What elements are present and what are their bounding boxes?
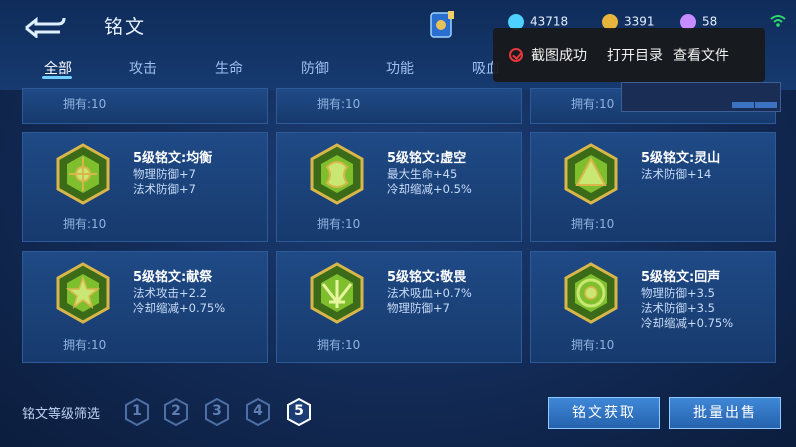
active-tab-indicator	[42, 76, 72, 79]
screenshot-thumbnail[interactable]	[621, 82, 781, 112]
rune-lingshan-icon	[564, 143, 618, 205]
batch-sell-button[interactable]: 批量出售	[669, 397, 781, 429]
level-number: 1	[132, 403, 142, 419]
gem-value: 58	[702, 14, 718, 29]
rune-xianji-icon	[56, 262, 110, 324]
page-title: 铭文	[104, 16, 147, 38]
rune-attr: 法术吸血+0.7%	[387, 286, 472, 300]
rune-jingwei-icon	[310, 262, 364, 324]
level-filter-5[interactable]: 5	[287, 397, 311, 427]
rune-attr: 物理防御+3.5	[641, 286, 715, 300]
rune-card[interactable]: 5级铭文:虚空 最大生命+45 冷却缩减+0.5% 拥有:10	[276, 132, 522, 242]
level-filter-2[interactable]: 2	[164, 397, 188, 427]
diamond-value: 43718	[530, 14, 569, 29]
rune-card[interactable]: 5级铭文:灵山 法术防御+14 拥有:10	[530, 132, 776, 242]
back-arrow-icon	[25, 16, 66, 40]
back-button[interactable]	[20, 12, 68, 40]
rune-card-partial[interactable]: 拥有:10	[276, 88, 522, 124]
tab-health[interactable]: 生命	[215, 58, 243, 78]
level-filter-1[interactable]: 1	[125, 397, 149, 427]
rune-card[interactable]: 5级铭文:均衡 物理防御+7 法术防御+7 拥有:10	[22, 132, 268, 242]
rune-name: 5级铭文:回声	[641, 270, 721, 285]
tab-attack[interactable]: 攻击	[129, 58, 157, 78]
rune-card[interactable]: 5级铭文:献祭 法术攻击+2.2 冷却缩减+0.75% 拥有:10	[22, 251, 268, 363]
rune-grid: 拥有:10 拥有:10 拥有:10 5级铭文:均衡 物理防御+7 法术防御+7 …	[22, 88, 776, 368]
view-file-link[interactable]: 查看文件	[673, 45, 729, 65]
rune-name: 5级铭文:献祭	[133, 270, 213, 285]
rune-attr: 冷却缩减+0.5%	[387, 182, 472, 196]
toast-message: 截图成功	[531, 48, 587, 64]
rune-huisheng-icon	[564, 262, 618, 324]
level-filter-3[interactable]: 3	[205, 397, 229, 427]
tab-defense[interactable]: 防御	[301, 58, 329, 78]
rune-book-icon[interactable]	[428, 10, 456, 40]
owned-count: 拥有:10	[571, 338, 615, 352]
screenshot-toast: 截图成功 打开目录 查看文件	[493, 28, 765, 82]
open-directory-link[interactable]: 打开目录	[607, 45, 663, 65]
wifi-icon	[770, 14, 786, 32]
rune-name: 5级铭文:敬畏	[387, 270, 467, 285]
rune-card-partial[interactable]: 拥有:10	[22, 88, 268, 124]
rune-attr: 冷却缩减+0.75%	[133, 301, 226, 315]
owned-count: 拥有:10	[63, 338, 107, 352]
rune-name: 5级铭文:灵山	[641, 151, 721, 166]
coin-value: 3391	[624, 14, 655, 29]
rune-attr: 法术防御+3.5	[641, 301, 715, 315]
rune-junheng-icon	[56, 143, 110, 205]
tab-utility[interactable]: 功能	[386, 58, 414, 78]
check-circle-icon	[509, 48, 523, 62]
level-number: 5	[294, 403, 304, 419]
level-number: 2	[171, 403, 181, 419]
rune-xukong-icon	[310, 143, 364, 205]
rune-name: 5级铭文:均衡	[133, 151, 213, 166]
rune-attr: 法术攻击+2.2	[133, 286, 207, 300]
level-number: 4	[253, 403, 263, 419]
rune-attr: 最大生命+45	[387, 167, 458, 181]
rune-attr: 冷却缩减+0.75%	[641, 316, 734, 330]
owned-count: 拥有:10	[63, 97, 107, 111]
level-filter-4[interactable]: 4	[246, 397, 270, 427]
thumbnail-button-shape	[755, 102, 777, 108]
rune-attr: 法术防御+7	[133, 182, 196, 196]
rune-attr: 法术防御+14	[641, 167, 712, 181]
rune-card[interactable]: 5级铭文:敬畏 法术吸血+0.7% 物理防御+7 拥有:10	[276, 251, 522, 363]
acquire-runes-button[interactable]: 铭文获取	[548, 397, 660, 429]
thumbnail-button-shape	[732, 102, 754, 108]
owned-count: 拥有:10	[571, 217, 615, 231]
tab-all[interactable]: 全部	[44, 58, 72, 78]
rune-attr: 物理防御+7	[133, 167, 196, 181]
level-number: 3	[212, 403, 222, 419]
owned-count: 拥有:10	[317, 338, 361, 352]
owned-count: 拥有:10	[317, 97, 361, 111]
owned-count: 拥有:10	[571, 97, 615, 111]
rune-name: 5级铭文:虚空	[387, 151, 467, 166]
level-filter-label: 铭文等级筛选	[22, 407, 101, 422]
rune-card[interactable]: 5级铭文:回声 物理防御+3.5 法术防御+3.5 冷却缩减+0.75% 拥有:…	[530, 251, 776, 363]
owned-count: 拥有:10	[63, 217, 107, 231]
owned-count: 拥有:10	[317, 217, 361, 231]
rune-attr: 物理防御+7	[387, 301, 450, 315]
